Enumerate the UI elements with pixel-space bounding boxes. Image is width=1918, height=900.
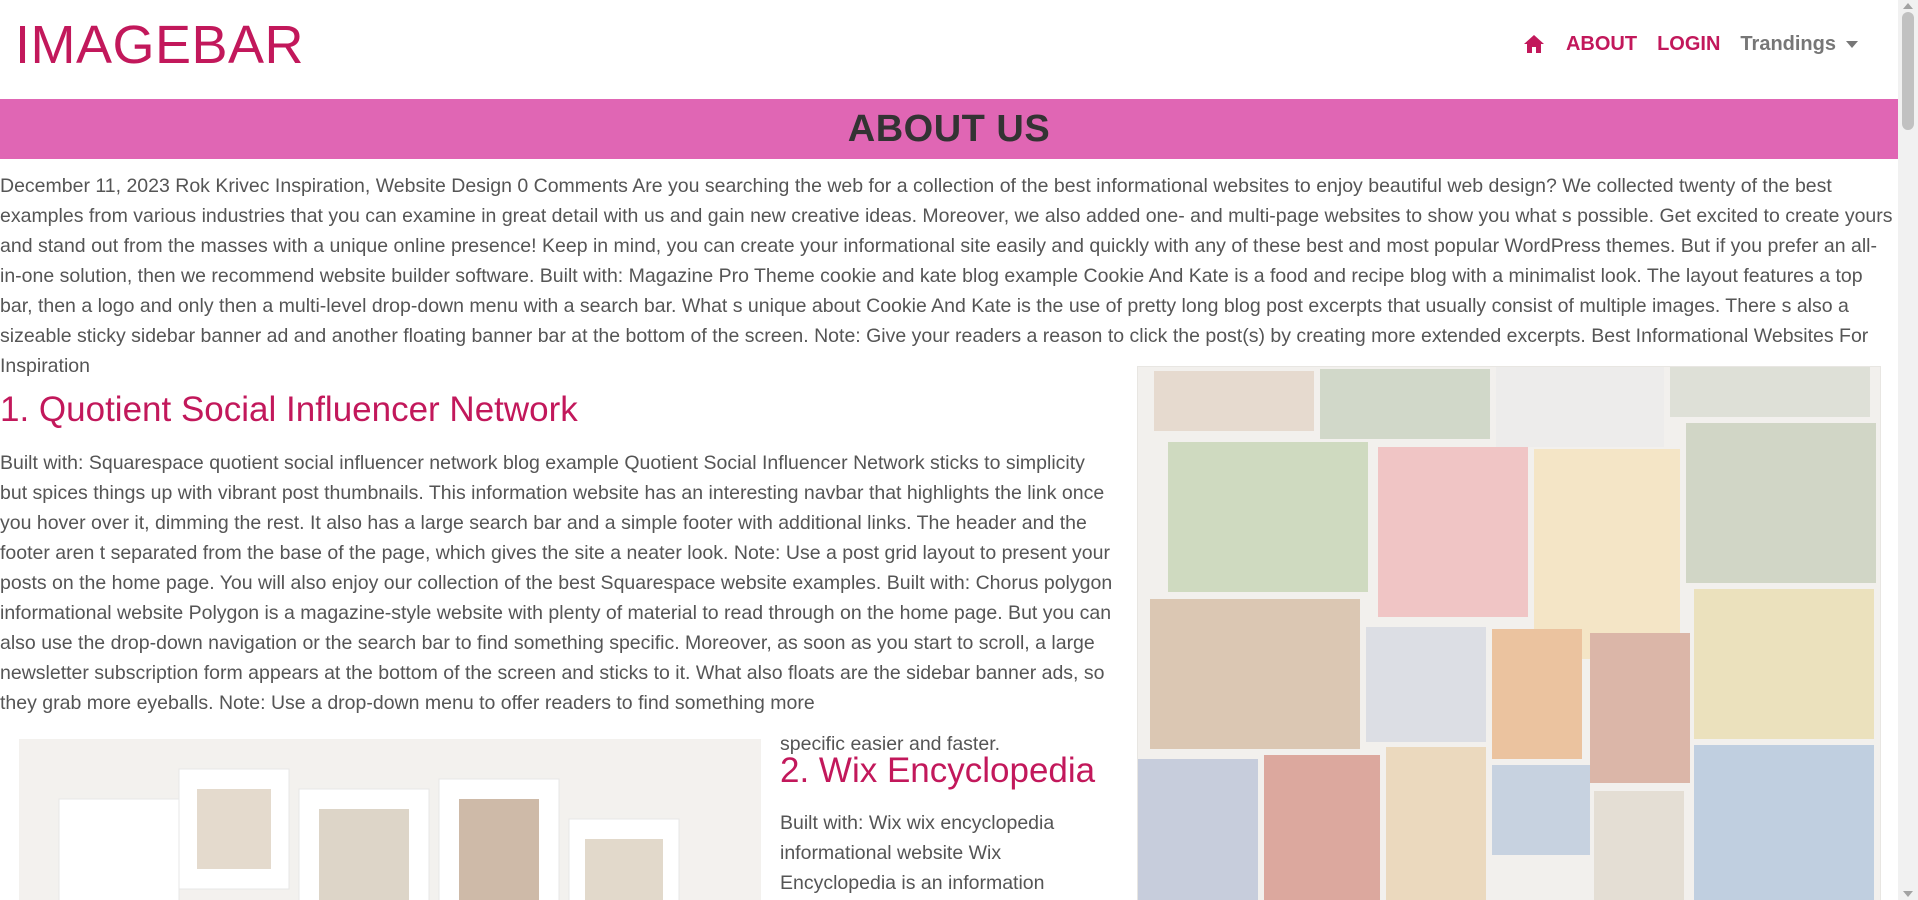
article-content: December 11, 2023 Rok Krivec Inspiration…: [0, 159, 1898, 900]
paintings-image: [1137, 366, 1881, 900]
page-title: ABOUT US: [847, 107, 1051, 150]
scroll-thumb[interactable]: [1902, 12, 1914, 130]
photo-prints-collage-graphic: [19, 739, 761, 900]
section-1-text: Built with: Squarespace quotient social …: [0, 452, 1113, 714]
about-banner: ABOUT US: [0, 99, 1898, 159]
section-2-text: Built with: Wix wix encyclopedia informa…: [780, 812, 1055, 894]
page-scrollbar[interactable]: [1898, 0, 1918, 900]
home-icon[interactable]: [1522, 32, 1546, 56]
navbar: IMAGEBAR ABOUT LOGIN Trandings: [0, 0, 1898, 99]
brand-logo[interactable]: IMAGEBAR: [15, 14, 304, 76]
section-2-heading: 2. Wix Encyclopedia: [780, 751, 1096, 790]
caret-down-icon: [1846, 40, 1858, 48]
scroll-down-icon[interactable]: [1903, 891, 1913, 897]
paintings-collage-graphic: [1138, 367, 1880, 900]
photos-image: [19, 739, 761, 900]
nav-menu: ABOUT LOGIN Trandings: [1522, 32, 1858, 56]
scroll-up-icon[interactable]: [1903, 3, 1913, 9]
trandings-dropdown[interactable]: Trandings: [1740, 33, 1858, 56]
intro-paragraph: December 11, 2023 Rok Krivec Inspiration…: [0, 175, 1893, 377]
section-1-heading: 1. Quotient Social Influencer Network: [0, 390, 578, 429]
nav-about[interactable]: ABOUT: [1566, 33, 1637, 56]
nav-login[interactable]: LOGIN: [1657, 33, 1720, 56]
trandings-label: Trandings: [1740, 32, 1836, 55]
